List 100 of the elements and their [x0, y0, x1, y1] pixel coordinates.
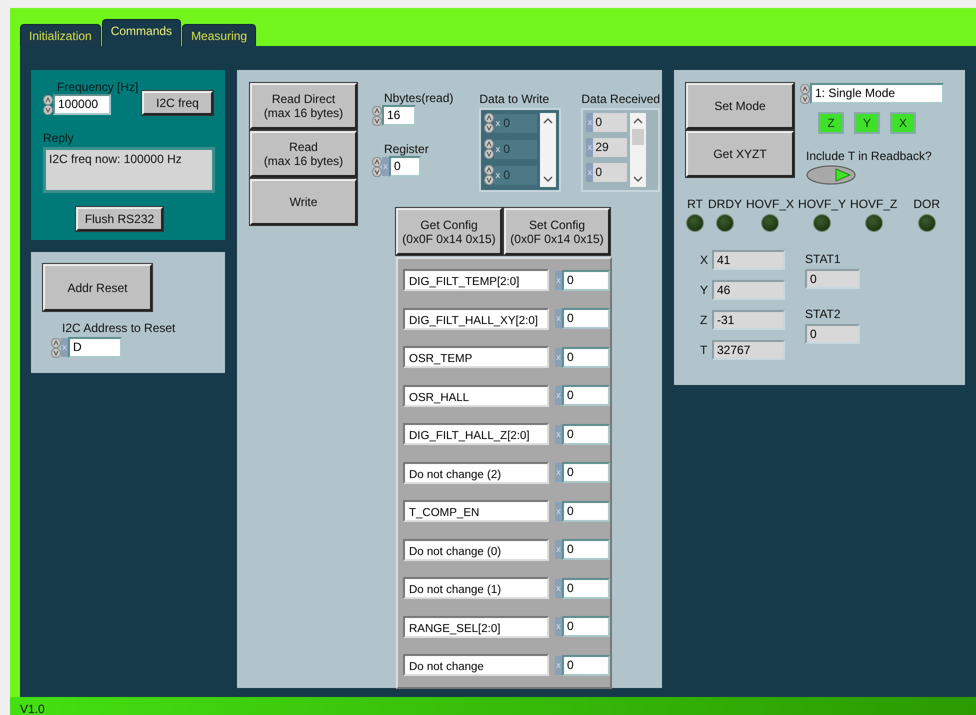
register-value-field[interactable]: 0	[562, 270, 610, 291]
i2c-freq-button[interactable]: I2C freq	[142, 91, 213, 115]
tab[interactable]: Measuring	[182, 24, 256, 46]
radix-indicator: x	[555, 540, 562, 560]
axis-toggle-button[interactable]: X	[890, 112, 916, 134]
nbytes-label: Nbytes(read)	[384, 91, 454, 105]
register-name: Do not change (0)	[403, 538, 549, 561]
radix-indicator: x	[555, 424, 562, 444]
radix-indicator: x	[382, 157, 389, 176]
nbytes-field[interactable]: 16	[382, 105, 416, 126]
radix-indicator: x	[586, 138, 594, 157]
array-element: 29	[593, 138, 628, 157]
reading-field: 41	[712, 250, 785, 270]
array-label: Data to Write	[479, 92, 550, 106]
radix-indicator: x	[555, 386, 562, 406]
address-field[interactable]: D	[68, 337, 122, 358]
register-value-field[interactable]: 0	[562, 539, 610, 560]
register-name: DIG_FILT_HALL_XY[2:0]	[403, 308, 549, 330]
scrollbar[interactable]	[630, 113, 646, 187]
radix-indicator: x	[586, 113, 594, 132]
radix-indicator: x	[555, 656, 562, 675]
axis-label: T	[700, 343, 708, 357]
reply-label: Reply	[43, 131, 75, 145]
status-field: 0	[805, 324, 860, 344]
flag-label: HOVF_Z	[850, 197, 898, 211]
tab[interactable]: Commands	[102, 19, 182, 46]
command-button[interactable]: Read (max 16 bytes)	[250, 131, 357, 177]
reading-field: 46	[712, 280, 785, 300]
command-button[interactable]: Write	[250, 179, 357, 225]
mode-field[interactable]: 1: Single Mode	[810, 83, 944, 104]
register-value-field[interactable]: 0	[562, 616, 610, 638]
register-name: T_COMP_EN	[403, 500, 549, 522]
register-value-field[interactable]: 0	[562, 385, 610, 406]
register-value-field[interactable]: 0	[562, 346, 610, 368]
config-button[interactable]: Set Config (0x0F 0x14 0x15)	[504, 208, 610, 255]
flag-label: HOVF_Y	[798, 197, 846, 211]
spinner-button[interactable]	[372, 156, 382, 176]
radix-indicator: x	[555, 463, 562, 482]
flush-button[interactable]: Flush RS232	[76, 207, 163, 231]
spinner-button[interactable]	[372, 106, 382, 126]
axis-label: Z	[700, 313, 708, 327]
register-value-field[interactable]: 0	[562, 500, 610, 522]
register-value-field[interactable]: 0	[562, 654, 610, 676]
array-element: 0	[593, 163, 628, 182]
flag-label: HOVF_X	[746, 197, 794, 211]
addr-reset-button[interactable]: Addr Reset	[43, 264, 152, 311]
command-button[interactable]: Read Direct (max 16 bytes)	[250, 83, 357, 129]
radix-indicator: x	[494, 166, 502, 184]
spinner-button[interactable]	[800, 84, 810, 104]
radix-indicator: x	[61, 338, 68, 357]
command-button[interactable]: Set Mode	[686, 83, 794, 129]
register-name: OSR_HALL	[403, 384, 549, 407]
register-name: Do not change (2)	[403, 462, 549, 484]
radix-indicator: x	[555, 348, 562, 367]
spinner-button[interactable]	[43, 94, 53, 114]
register-value-field[interactable]: 0	[562, 578, 610, 599]
spinner-button[interactable]	[51, 338, 61, 358]
array-label: Data Received	[581, 92, 660, 106]
toggle-switch[interactable]	[806, 165, 856, 185]
register-value-field[interactable]: 0	[562, 308, 610, 330]
flag-label: DOR	[913, 197, 940, 211]
register-name: DIG_FILT_TEMP[2:0]	[403, 269, 549, 292]
status-field: 0	[805, 269, 860, 289]
axis-toggle-button[interactable]: Z	[818, 112, 844, 134]
reply-box: I2C freq now: 100000 Hz	[43, 147, 215, 193]
register-name: Do not change (1)	[403, 577, 549, 600]
tab[interactable]: Initialization	[20, 24, 101, 46]
frequency-label: Frequency [Hz]	[57, 80, 138, 94]
version-label: V1.0	[20, 703, 45, 715]
flag-label: DRDY	[708, 197, 742, 211]
register-name: DIG_FILT_HALL_Z[2:0]	[403, 423, 549, 446]
radix-indicator: x	[555, 578, 562, 598]
include-t-label: Include T in Readback?	[806, 149, 933, 163]
reading-field: -31	[712, 310, 785, 330]
frequency-field[interactable]: 100000	[53, 94, 111, 115]
axis-label: Y	[700, 283, 709, 297]
array-element: 0	[593, 113, 628, 132]
register-field[interactable]: 0	[389, 156, 421, 177]
config-button[interactable]: Get Config (0x0F 0x14 0x15)	[396, 208, 502, 255]
register-value-field[interactable]: 0	[562, 462, 610, 484]
address-label: I2C Address to Reset	[62, 321, 176, 335]
register-name: RANGE_SEL[2:0]	[403, 616, 549, 638]
status-label: STAT2	[805, 307, 842, 321]
flag-label: RT	[687, 197, 703, 211]
register-value-field[interactable]: 0	[562, 424, 610, 445]
radix-indicator: x	[494, 140, 502, 158]
axis-toggle-button[interactable]: Y	[854, 112, 880, 134]
radix-indicator: x	[494, 114, 502, 132]
radix-indicator: x	[555, 502, 562, 521]
register-label: Register	[384, 142, 430, 156]
reading-field: 32767	[712, 340, 785, 360]
command-button[interactable]: Get XYZT	[686, 131, 794, 177]
radix-indicator: x	[555, 309, 562, 328]
radix-indicator: x	[586, 163, 594, 182]
register-name: OSR_TEMP	[403, 346, 549, 368]
status-label: STAT1	[805, 252, 842, 266]
axis-label: X	[700, 253, 709, 267]
register-name: Do not change	[403, 654, 549, 676]
radix-indicator: x	[555, 617, 562, 636]
radix-indicator: x	[555, 270, 562, 290]
